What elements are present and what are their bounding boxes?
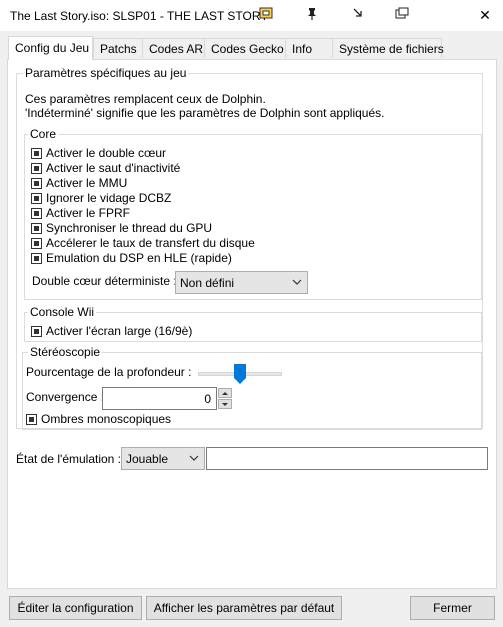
emulation-state-label: État de l'émulation :: [16, 452, 122, 466]
depth-slider-thumb[interactable]: [234, 364, 246, 387]
tab-patchs[interactable]: Patchs: [93, 38, 143, 58]
tab-label: Système de fichiers: [339, 42, 444, 56]
checkbox-box[interactable]: [31, 238, 42, 249]
checkbox-label: Activer le MMU: [46, 176, 128, 190]
tab-codes-ar[interactable]: Codes AR: [142, 38, 205, 58]
checkbox-label: Emulation du DSP en HLE (rapide): [46, 251, 232, 265]
checkbox-box[interactable]: [31, 148, 42, 159]
stereo-title: Stéréoscopie: [28, 345, 103, 359]
convergence-label: Convergence :: [26, 390, 105, 404]
checkbox-label: Ombres monoscopiques: [41, 412, 172, 426]
deterministic-select[interactable]: Non défini: [175, 271, 308, 294]
wii-title: Console Wii: [28, 305, 97, 319]
window-icon[interactable]: [258, 7, 274, 23]
pin-icon[interactable]: [304, 7, 320, 23]
checkbox-label: Activer le double cœur: [46, 146, 167, 160]
convergence-input[interactable]: 0: [102, 387, 217, 410]
tab-label: Config du Jeu: [15, 41, 90, 55]
arrow-icon[interactable]: [350, 7, 366, 23]
checkbox-box[interactable]: [31, 223, 42, 234]
checkbox-label: Activer l'écran large (16/9è): [46, 324, 193, 338]
tab-info[interactable]: Info: [285, 38, 333, 58]
tab-codes-gecko[interactable]: Codes Gecko: [204, 38, 286, 58]
tab-systeme-de-fichiers[interactable]: Système de fichiers: [332, 38, 444, 58]
checkbox-box[interactable]: [31, 178, 42, 189]
checkbox-box[interactable]: [31, 208, 42, 219]
core-title: Core: [28, 127, 59, 141]
tab-label: Codes AR: [149, 42, 204, 56]
checkbox-box[interactable]: [31, 253, 42, 264]
tab-label: Codes Gecko: [211, 42, 284, 56]
deterministic-label: Double cœur déterministe :: [32, 274, 177, 288]
select-value: Jouable: [126, 452, 169, 466]
edit-config-button[interactable]: Éditer la configuration: [9, 596, 142, 620]
checkbox-label: Activer le saut d'inactivité: [46, 161, 181, 175]
game-settings-title: Paramètres spécifiques au jeu: [23, 66, 189, 80]
arrow-up-icon: [222, 392, 228, 395]
checkbox-box[interactable]: [26, 414, 37, 425]
tab-config-du-jeu[interactable]: Config du Jeu: [8, 36, 93, 60]
checkbox-label: Activer le FPRF: [46, 206, 131, 220]
arrow-down-icon: [222, 403, 228, 406]
emulation-notes-input[interactable]: [206, 447, 488, 470]
tab-label: Patchs: [100, 42, 137, 56]
description-line-2: 'Indéterminé' signifie que les paramètre…: [25, 106, 385, 120]
select-value: Non défini: [180, 276, 235, 290]
convergence-value: 0: [204, 392, 211, 406]
emulation-state-select[interactable]: Jouable: [121, 447, 205, 470]
close-icon[interactable]: ✕: [471, 5, 499, 25]
chevron-down-icon: [189, 451, 199, 468]
checkbox-box[interactable]: [31, 193, 42, 204]
spin-up-button[interactable]: [218, 388, 232, 398]
checkbox-box[interactable]: [31, 326, 42, 337]
show-defaults-button[interactable]: Afficher les paramètres par défaut: [146, 596, 342, 620]
close-button[interactable]: Fermer: [410, 596, 495, 620]
restore-icon[interactable]: [394, 7, 410, 23]
spin-down-button[interactable]: [218, 399, 232, 409]
checkbox-box[interactable]: [31, 163, 42, 174]
description-line-1: Ces paramètres remplacent ceux de Dolphi…: [25, 92, 266, 106]
checkbox-label: Ignorer le vidage DCBZ: [46, 191, 172, 205]
tab-label: Info: [292, 42, 313, 56]
window-title: The Last Story.iso: SLSP01 - THE LAST ST…: [10, 9, 269, 23]
checkbox-label: Accélerer le taux de transfert du disque: [46, 236, 255, 250]
depth-label: Pourcentage de la profondeur :: [26, 365, 192, 379]
checkbox-label: Synchroniser le thread du GPU: [46, 221, 213, 235]
chevron-down-icon: [292, 275, 302, 292]
